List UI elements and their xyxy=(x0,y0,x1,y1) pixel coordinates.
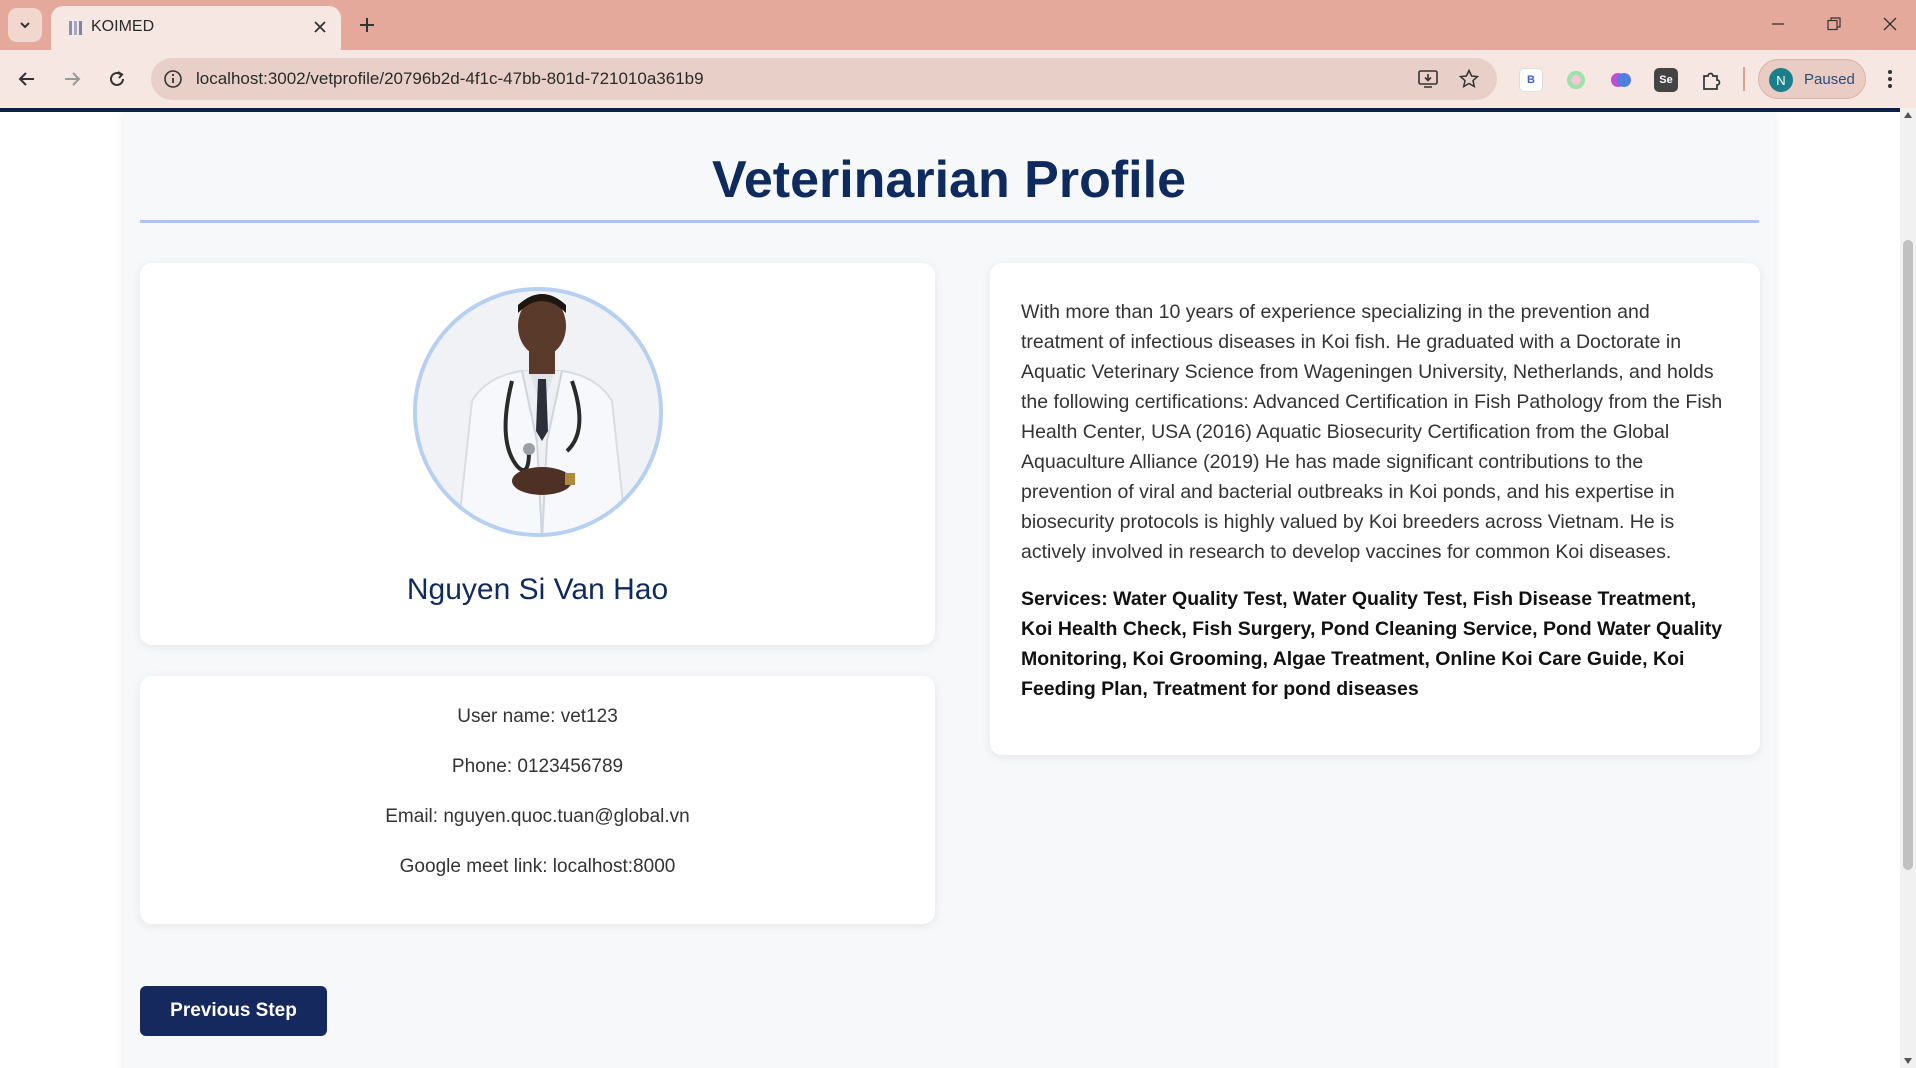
browser-menu-button[interactable] xyxy=(1878,67,1902,91)
extension-se-label: Se xyxy=(1659,74,1673,86)
bio-card: With more than 10 years of experience sp… xyxy=(990,263,1760,755)
vet-photo xyxy=(413,287,663,537)
browser-toolbar: localhost:3002/vetprofile/20796b2d-4f1c-… xyxy=(0,50,1916,108)
close-window-button[interactable] xyxy=(1870,8,1910,40)
previous-step-button[interactable]: Previous Step xyxy=(140,986,327,1036)
phone-text: Phone: 0123456789 xyxy=(451,756,624,777)
info-icon xyxy=(164,70,182,88)
page-viewport: Veterinarian Profile Nguyen Si Van Hao U… xyxy=(0,112,1900,1068)
new-tab-button[interactable] xyxy=(352,10,382,40)
puzzle-icon xyxy=(1703,72,1721,90)
minimize-icon xyxy=(1772,23,1784,25)
extension-brain-button[interactable] xyxy=(1609,68,1633,92)
extensions-menu-button[interactable] xyxy=(1699,68,1723,92)
services-text: Services: Water Quality Test, Water Qual… xyxy=(1021,588,1723,700)
close-icon xyxy=(1883,17,1897,31)
profile-card: Nguyen Si Van Hao xyxy=(140,263,935,645)
scroll-down-arrow-icon[interactable] xyxy=(1904,1058,1912,1064)
title-divider xyxy=(140,220,1759,223)
email-text: Email: nguyen.quoc.tuan@global.vn xyxy=(385,806,690,827)
extension-color-button[interactable] xyxy=(1564,68,1588,92)
address-bar[interactable]: localhost:3002/vetprofile/20796b2d-4f1c-… xyxy=(151,58,1497,100)
reload-icon xyxy=(110,71,124,86)
close-icon xyxy=(314,21,326,33)
minimize-button[interactable] xyxy=(1758,8,1798,40)
meet-link-text: Google meet link: localhost:8000 xyxy=(399,856,676,877)
url-text: localhost:3002/vetprofile/20796b2d-4f1c-… xyxy=(196,69,704,88)
color-wheel-icon xyxy=(1567,71,1585,89)
bookmark-button[interactable] xyxy=(1456,67,1482,91)
arrow-right-icon xyxy=(65,72,81,86)
restore-button[interactable] xyxy=(1814,8,1854,40)
page-scrollbar[interactable] xyxy=(1900,108,1916,1068)
avatar: N xyxy=(1769,68,1793,92)
extension-b-label: B xyxy=(1527,74,1535,86)
browser-tab-strip: KOIMED xyxy=(0,0,1916,50)
profile-status-label: Paused xyxy=(1804,71,1855,88)
kebab-menu-icon xyxy=(1888,70,1892,88)
extension-se-button[interactable]: Se xyxy=(1654,68,1678,92)
contact-info-card: User name: vet123 Phone: 0123456789 Emai… xyxy=(140,676,935,924)
install-icon xyxy=(1418,70,1438,88)
bio-text: With more than 10 years of experience sp… xyxy=(1021,301,1723,563)
plus-icon xyxy=(360,18,374,32)
username-text: User name: vet123 xyxy=(457,706,618,727)
scrollbar-thumb[interactable] xyxy=(1903,240,1913,870)
vet-name: Nguyen Si Van Hao xyxy=(406,573,669,606)
back-button[interactable] xyxy=(10,62,44,96)
tab-title: KOIMED xyxy=(91,18,155,35)
vet-profile-container: Veterinarian Profile Nguyen Si Van Hao U… xyxy=(123,112,1775,1068)
page-title: Veterinarian Profile xyxy=(712,151,1186,209)
profile-button[interactable]: N Paused xyxy=(1758,59,1866,99)
favicon-icon xyxy=(69,21,82,35)
doctor-photo-icon xyxy=(417,291,659,533)
brain-icon xyxy=(1611,73,1631,87)
tab-close-button[interactable] xyxy=(309,16,331,38)
tab-search-button[interactable] xyxy=(8,8,42,42)
extension-b-button[interactable]: B xyxy=(1519,68,1543,92)
star-icon xyxy=(1459,69,1479,88)
chevron-down-icon xyxy=(20,22,30,29)
install-app-button[interactable] xyxy=(1415,67,1441,91)
scroll-up-arrow-icon[interactable] xyxy=(1904,112,1912,118)
forward-button[interactable] xyxy=(55,62,89,96)
site-info-button[interactable] xyxy=(161,67,185,91)
browser-tab-active[interactable]: KOIMED xyxy=(51,6,341,50)
arrow-left-icon xyxy=(18,72,34,86)
toolbar-divider xyxy=(1743,67,1745,91)
restore-icon xyxy=(1827,17,1841,31)
reload-button[interactable] xyxy=(100,62,134,96)
